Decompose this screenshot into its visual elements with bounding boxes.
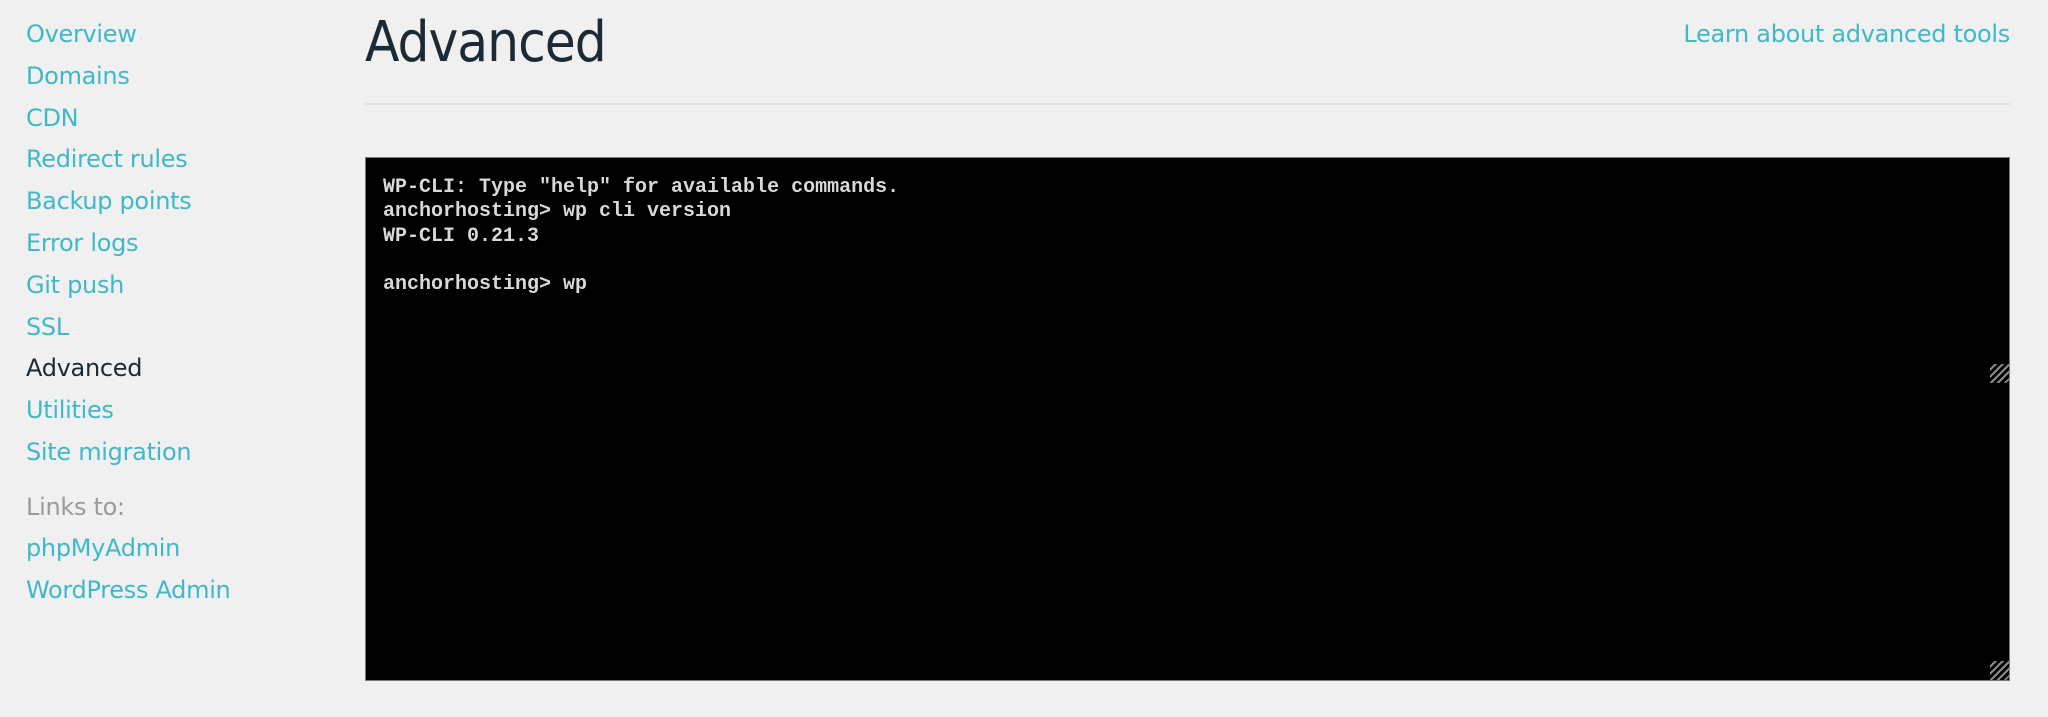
sidebar-item-utilities[interactable]: Utilities [26,390,326,432]
sidebar-item-cdn[interactable]: CDN [26,98,326,140]
sidebar-item-site-migration[interactable]: Site migration [26,432,326,474]
wp-cli-terminal[interactable]: WP-CLI: Type "help" for available comman… [365,157,2010,681]
sidebar-item-error-logs[interactable]: Error logs [26,223,326,265]
links-to-label: Links to: [26,492,125,521]
page-title: Advanced [365,10,607,75]
link-phpmyadmin[interactable]: phpMyAdmin [26,528,326,570]
learn-advanced-tools-link[interactable]: Learn about advanced tools [1683,20,2010,48]
resize-handle-icon[interactable] [1990,661,2009,680]
sidebar-nav: Overview Domains CDN Redirect rules Back… [26,14,326,611]
terminal-prompt: anchorhosting> [383,273,564,296]
header-divider [365,103,2010,105]
link-wordpress-admin[interactable]: WordPress Admin [26,570,326,612]
resize-handle-icon[interactable] [1990,364,2009,383]
sidebar-item-ssl[interactable]: SSL [26,307,326,349]
sidebar-item-git-push[interactable]: Git push [26,265,326,307]
terminal-line: anchorhosting> wp cli version [383,200,732,224]
terminal-line: WP-CLI 0.21.3 [383,224,540,248]
terminal-line: WP-CLI: Type "help" for available comman… [383,176,900,199]
terminal-input-row: anchorhosting> [383,273,1464,297]
sidebar-item-advanced: Advanced [26,354,143,383]
terminal-output: WP-CLI: Type "help" for available comman… [383,176,899,249]
sidebar-item-redirect-rules[interactable]: Redirect rules [26,139,326,181]
sidebar-item-backup-points[interactable]: Backup points [26,181,326,223]
terminal-command-input[interactable] [563,273,1464,296]
sidebar-item-domains[interactable]: Domains [26,56,326,98]
sidebar-item-overview[interactable]: Overview [26,14,326,56]
